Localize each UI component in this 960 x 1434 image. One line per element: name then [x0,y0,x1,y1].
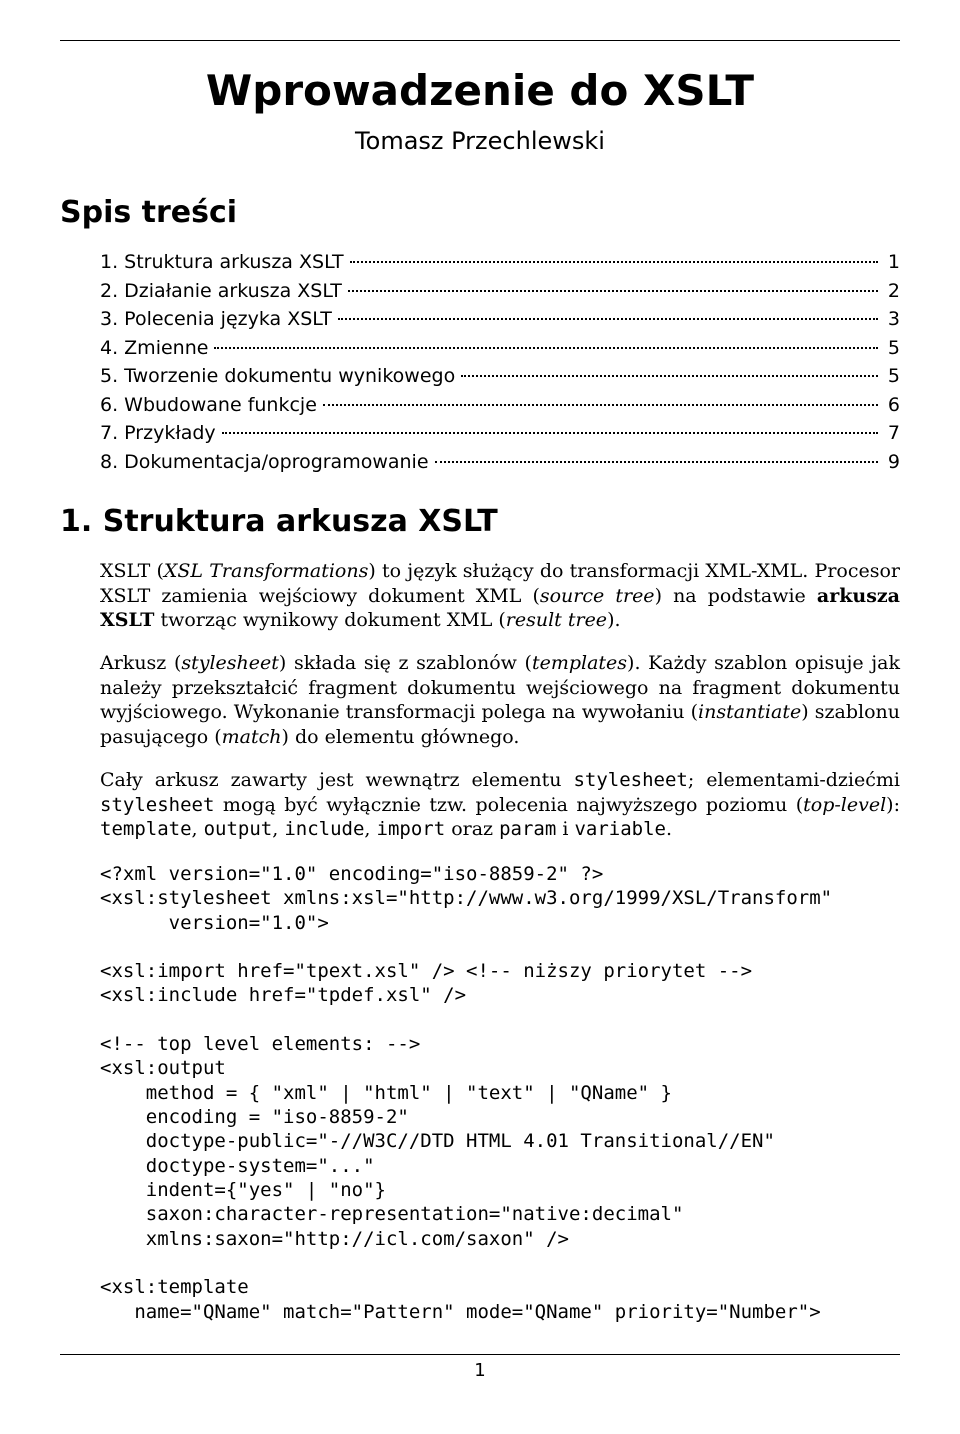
toc-entry[interactable]: 2. Działanie arkusza XSLT 2 [100,277,900,306]
toc-entry[interactable]: 1. Struktura arkusza XSLT 1 [100,248,900,277]
document-author: Tomasz Przechlewski [60,127,900,155]
toc-dots [348,290,878,292]
toc-heading: Spis treści [60,195,900,230]
toc-entry-label: 3. Polecenia języka XSLT [100,305,332,334]
toc-entry-label: 6. Wbudowane funkcje [100,391,317,420]
toc-dots [338,318,878,320]
toc-entry-page: 9 [884,448,900,477]
toc-entry-page: 3 [884,305,900,334]
toc-dots [350,261,878,263]
toc-entry[interactable]: 8. Dokumentacja/oprogramowanie 9 [100,448,900,477]
toc-entry-label: 7. Przykłady [100,419,216,448]
paragraph: XSLT (XSL Transformations) to język służ… [100,559,900,633]
paragraph: Cały arkusz zawarty jest wewnątrz elemen… [100,768,900,842]
page-number: 1 [60,1360,900,1381]
document-page: Wprowadzenie do XSLT Tomasz Przechlewski… [0,0,960,1434]
top-rule [60,40,900,41]
toc-entry-label: 4. Zmienne [100,334,208,363]
toc-entry-label: 8. Dokumentacja/oprogramowanie [100,448,429,477]
toc-entry-page: 7 [884,419,900,448]
toc-entry-page: 2 [884,277,900,306]
toc-entry[interactable]: 4. Zmienne 5 [100,334,900,363]
toc-entry-page: 5 [884,362,900,391]
bottom-rule [60,1354,900,1355]
toc-dots [323,404,878,406]
section-body: XSLT (XSL Transformations) to język służ… [60,559,900,1324]
toc-dots [435,461,878,463]
toc-entry[interactable]: 6. Wbudowane funkcje 6 [100,391,900,420]
toc-dots [461,375,878,377]
toc-entry[interactable]: 5. Tworzenie dokumentu wynikowego 5 [100,362,900,391]
toc-entry-label: 2. Działanie arkusza XSLT [100,277,342,306]
toc-entry-label: 1. Struktura arkusza XSLT [100,248,344,277]
toc-entry-page: 5 [884,334,900,363]
toc-dots [222,432,878,434]
toc-entry[interactable]: 3. Polecenia języka XSLT 3 [100,305,900,334]
toc-entry-label: 5. Tworzenie dokumentu wynikowego [100,362,455,391]
toc-entry-page: 6 [884,391,900,420]
paragraph: Arkusz (stylesheet) składa się z szablon… [100,651,900,750]
toc-dots [214,347,877,349]
section-heading: 1. Struktura arkusza XSLT [60,504,900,539]
document-title: Wprowadzenie do XSLT [60,66,900,115]
toc-entry[interactable]: 7. Przykłady 7 [100,419,900,448]
table-of-contents: 1. Struktura arkusza XSLT 1 2. Działanie… [60,248,900,476]
toc-entry-page: 1 [884,248,900,277]
code-block: <?xml version="1.0" encoding="iso-8859-2… [100,862,900,1324]
